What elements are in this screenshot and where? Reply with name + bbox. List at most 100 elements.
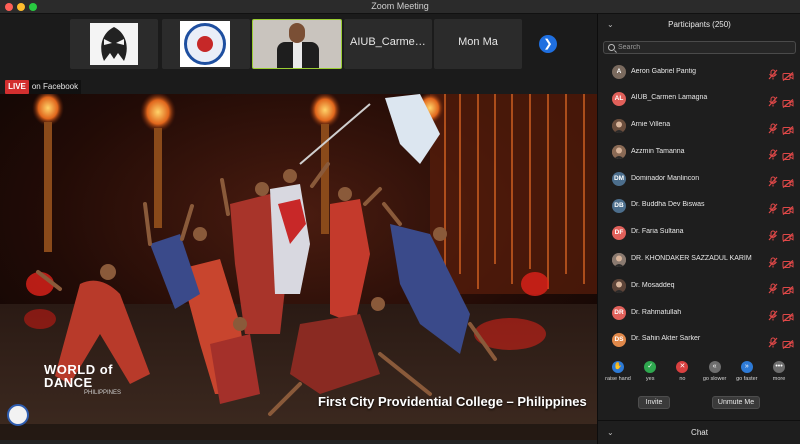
- more-button[interactable]: ••• more: [763, 361, 795, 382]
- mic-muted-icon[interactable]: [768, 335, 778, 348]
- control-label: go slower: [702, 376, 727, 382]
- mic-muted-icon[interactable]: [768, 255, 778, 268]
- chat-section[interactable]: ⌄ Chat: [598, 420, 800, 444]
- mic-muted-icon[interactable]: [768, 228, 778, 241]
- video-tile-active-speaker[interactable]: [252, 19, 342, 69]
- video-off-icon[interactable]: [782, 229, 794, 242]
- participant-name: Azzmin Tamanna: [631, 147, 685, 155]
- control-label: raise hand: [605, 376, 631, 382]
- participant-row[interactable]: DR Dr. Rahmatullah: [598, 300, 800, 327]
- participants-title: Participants (250): [668, 20, 731, 29]
- video-stage: AIUB_Carmen... Mon Ma ❯ LIVE on Facebook: [0, 14, 597, 444]
- participant-strip: AIUB_Carmen... Mon Ma ❯: [0, 14, 597, 78]
- invite-button[interactable]: Invite: [638, 396, 670, 409]
- video-off-icon[interactable]: [782, 68, 794, 81]
- avatar: AL: [612, 91, 626, 106]
- video-tile-mon-ma[interactable]: Mon Ma: [434, 19, 522, 69]
- next-page-button[interactable]: ❯: [539, 35, 557, 53]
- video-off-icon[interactable]: [782, 148, 794, 162]
- mic-muted-icon[interactable]: [768, 308, 778, 321]
- avatar: DB: [612, 198, 626, 213]
- participant-row[interactable]: DR. KHONDAKER SAZZADUL KARIM: [598, 247, 800, 274]
- go-slower-button[interactable]: « go slower: [699, 361, 731, 382]
- participant-row[interactable]: AL AIUB_Carmen Lamagna: [598, 86, 800, 113]
- check-icon: ✓: [644, 361, 657, 373]
- raise-hand-button[interactable]: ✋ raise hand: [602, 361, 634, 382]
- avatar: DR: [612, 306, 626, 321]
- avatar: DM: [612, 172, 626, 187]
- fast-forward-icon: »: [740, 361, 753, 373]
- participant-name: DR. KHONDAKER SAZZADUL KARIM: [631, 255, 752, 263]
- no-button[interactable]: ✕ no: [666, 361, 698, 382]
- participant-name: Dr. Mosaddeq: [631, 281, 675, 289]
- avatar: [612, 145, 626, 160]
- participant-row[interactable]: Dr. Mosaddeq: [598, 273, 800, 300]
- mic-muted-icon[interactable]: [768, 201, 778, 214]
- participant-name: Arnie Villena: [631, 121, 671, 129]
- mic-muted-icon[interactable]: [768, 94, 778, 107]
- control-label: go faster: [736, 376, 758, 382]
- mic-muted-icon[interactable]: [768, 121, 778, 134]
- yes-button[interactable]: ✓ yes: [634, 361, 666, 382]
- video-off-icon[interactable]: [782, 256, 794, 269]
- participant-row[interactable]: DB Dr. Buddha Dev Biswas: [598, 193, 800, 220]
- mic-muted-icon[interactable]: [768, 67, 778, 80]
- mic-muted-icon[interactable]: [768, 281, 778, 294]
- participant-row[interactable]: DS Dr. Sahin Akter Sarker: [598, 327, 800, 354]
- participant-row[interactable]: DM Dominador Manlincon: [598, 166, 800, 193]
- participant-name: Aeron Gabriel Pantig: [631, 67, 696, 75]
- video-off-icon[interactable]: [782, 175, 794, 189]
- more-dots-icon: •••: [773, 361, 785, 373]
- control-label: no: [679, 376, 686, 382]
- participants-panel: ⌄ Participants (250) A Aeron Gabriel Pant…: [597, 14, 800, 444]
- video-tile-logo[interactable]: [162, 19, 250, 69]
- tile-name: Mon Ma: [458, 36, 498, 48]
- participant-row[interactable]: DF Dr. Faria Sultana: [598, 220, 800, 247]
- video-off-icon[interactable]: [782, 309, 794, 323]
- zoom-window: Zoom Meeting AIUB_Carmen... Mon Ma ❯ LIV…: [0, 0, 800, 444]
- search-icon: [608, 44, 615, 51]
- mic-muted-icon[interactable]: [768, 174, 778, 187]
- participant-search[interactable]: [603, 41, 796, 54]
- world-of-dance-logo: WORLD of DANCE PHILIPPINES: [44, 362, 122, 396]
- participant-name: Dr. Sahin Akter Sarker: [631, 335, 701, 343]
- avatar: A: [612, 65, 626, 79]
- video-bottom-bar: [0, 440, 597, 444]
- nonverbal-feedback-bar: ✋ raise hand ✓ yes ✕ no « go slower » go faster ••…: [598, 361, 800, 391]
- participant-name: AIUB_Carmen Lamagna: [631, 94, 708, 102]
- avatar: DF: [612, 225, 626, 240]
- participant-row[interactable]: Arnie Villena: [598, 113, 800, 140]
- participant-list: A Aeron Gabriel Pantig AL AIUB_Carmen Lamag…: [598, 59, 800, 354]
- participant-name: Dr. Faria Sultana: [631, 228, 684, 236]
- video-off-icon[interactable]: [782, 95, 794, 108]
- video-tile-aiub-carmen[interactable]: AIUB_Carmen...: [344, 19, 432, 69]
- participant-name: Dr. Rahmatullah: [631, 308, 682, 316]
- tile-name: AIUB_Carmen...: [350, 36, 431, 48]
- chat-title: Chat: [691, 428, 708, 437]
- live-badge: LIVE: [5, 80, 29, 94]
- control-label: more: [772, 376, 786, 382]
- chevron-right-icon: ❯: [543, 38, 553, 50]
- participants-header: ⌄ Participants (250): [598, 14, 800, 36]
- shared-video: WORLD of DANCE PHILIPPINES First City Pr…: [0, 94, 597, 440]
- search-input[interactable]: [618, 42, 793, 53]
- mask-image: [90, 23, 138, 65]
- control-label: yes: [645, 376, 655, 382]
- participant-row[interactable]: Azzmin Tamanna: [598, 139, 800, 166]
- video-off-icon[interactable]: [782, 282, 794, 296]
- video-off-icon[interactable]: [782, 202, 794, 215]
- title-bar: Zoom Meeting: [0, 0, 800, 14]
- participant-row[interactable]: A Aeron Gabriel Pantig: [598, 59, 800, 86]
- video-off-icon[interactable]: [782, 122, 794, 135]
- video-caption: First City Providential College – Philip…: [318, 394, 587, 409]
- go-faster-button[interactable]: » go faster: [731, 361, 763, 382]
- mic-muted-icon[interactable]: [768, 147, 778, 160]
- participant-name: Dr. Buddha Dev Biswas: [631, 201, 705, 209]
- participant-name: Dominador Manlincon: [631, 174, 700, 182]
- unmute-me-button[interactable]: Unmute Me: [712, 396, 760, 409]
- video-tile-mask[interactable]: [70, 19, 158, 69]
- video-off-icon[interactable]: [782, 336, 794, 349]
- stream-platform-label: on Facebook: [29, 80, 81, 94]
- rewind-icon: «: [708, 361, 721, 373]
- window-title: Zoom Meeting: [371, 1, 429, 11]
